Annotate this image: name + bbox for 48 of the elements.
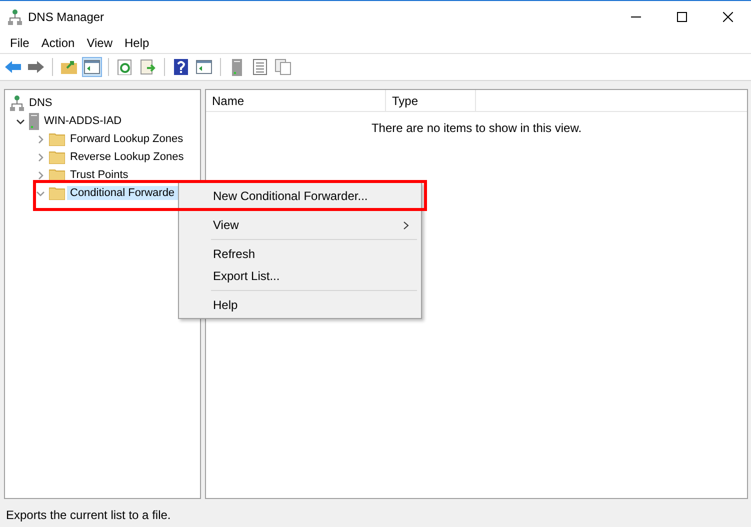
tree-item[interactable]: Conditional Forwarde <box>67 186 178 200</box>
toolbar-button[interactable] <box>82 57 102 77</box>
server-icon <box>232 58 242 76</box>
collapsed-chevron-icon[interactable] <box>36 170 44 180</box>
refresh-icon <box>117 59 133 75</box>
tree-item[interactable]: DNS <box>26 96 56 110</box>
folder-icon <box>49 150 65 164</box>
server-icon <box>29 112 39 130</box>
forward-arrow-icon <box>28 60 44 74</box>
status-bar: Exports the current list to a file. <box>0 503 751 527</box>
network-icon <box>10 95 24 111</box>
collapsed-chevron-icon[interactable] <box>36 134 44 144</box>
menu-item[interactable]: Refresh <box>181 243 419 265</box>
empty-message: There are no items to show in this view. <box>370 121 583 135</box>
help-icon <box>174 59 188 75</box>
tree-item[interactable]: Reverse Lookup Zones <box>67 150 187 164</box>
expanded-chevron-icon[interactable] <box>16 116 24 126</box>
list-icon <box>253 59 267 75</box>
submenu-chevron-icon <box>403 220 409 230</box>
folder-icon <box>49 132 65 146</box>
maximize-icon[interactable] <box>677 12 687 22</box>
window-title: DNS Manager <box>28 10 106 24</box>
column-header[interactable]: Name <box>206 90 386 111</box>
menu-item[interactable]: New Conditional Forwarder... <box>181 185 419 207</box>
tree-item[interactable]: WIN-ADDS-IAD <box>41 114 125 128</box>
menu-item[interactable]: Export List... <box>181 265 419 287</box>
menu-item[interactable]: Action <box>35 36 81 50</box>
tree-item[interactable]: Forward Lookup Zones <box>67 132 186 146</box>
copy-icon <box>275 59 291 75</box>
toolbar-button[interactable] <box>194 57 214 77</box>
folder-icon <box>61 60 77 74</box>
toolbar-button[interactable] <box>250 57 270 77</box>
column-header[interactable]: Type <box>386 90 476 111</box>
tree-item[interactable]: Trust Points <box>67 168 132 182</box>
toolbar-button[interactable] <box>171 57 191 77</box>
menu-item[interactable]: Help <box>181 294 419 316</box>
export-list-icon <box>140 59 156 75</box>
menu-item[interactable]: File <box>4 36 36 50</box>
window-pane-icon <box>84 60 100 74</box>
network-icon <box>8 9 22 25</box>
collapsed-chevron-icon[interactable] <box>36 152 44 162</box>
menu-item[interactable]: View <box>80 36 118 50</box>
window-pane-icon <box>196 60 212 74</box>
folder-icon <box>49 186 65 200</box>
menu-item[interactable]: Help <box>118 36 156 50</box>
back-arrow-icon <box>5 60 21 74</box>
menu-item[interactable]: View <box>181 214 419 236</box>
close-icon[interactable] <box>723 12 733 22</box>
